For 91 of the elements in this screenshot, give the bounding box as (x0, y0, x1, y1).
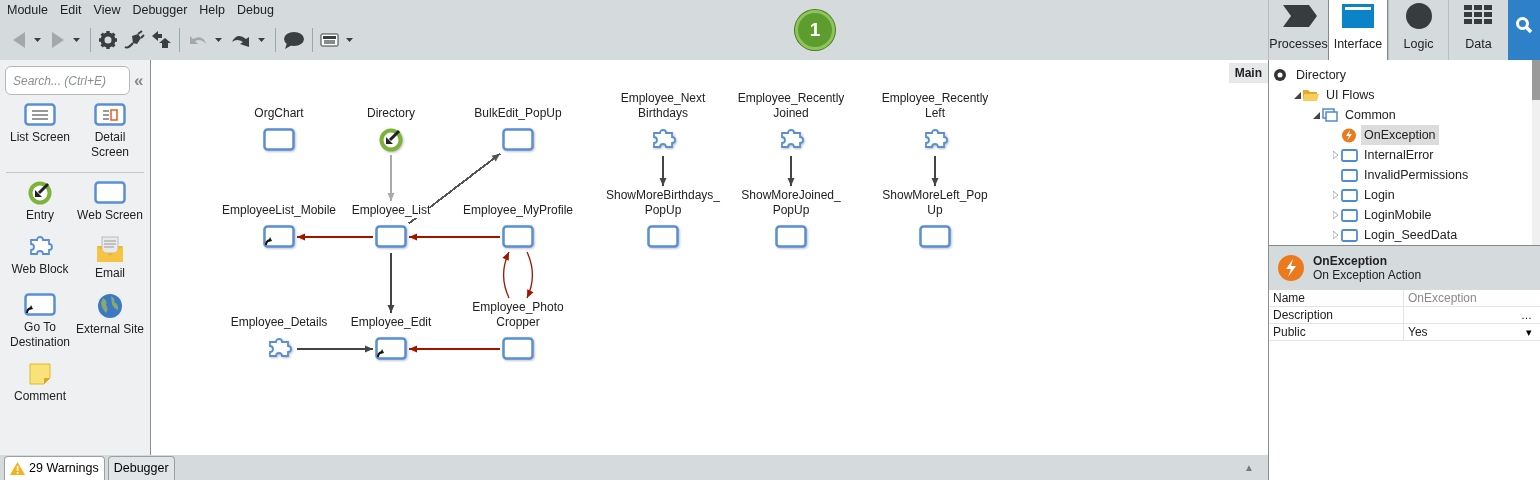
property-button[interactable]: … (1517, 307, 1536, 323)
scrollbar[interactable] (1532, 60, 1540, 245)
screen-icon (1341, 207, 1358, 223)
publish-arrows-icon[interactable] (151, 30, 172, 50)
search-field[interactable]: Search... (Ctrl+E) (5, 66, 130, 95)
palette-item[interactable]: Email (77, 235, 143, 281)
tab[interactable]: Interface (1328, 0, 1388, 60)
property-button[interactable]: ▾ (1522, 324, 1536, 340)
screen-icon[interactable] (263, 225, 295, 249)
tree-item[interactable]: LoginMobile (1361, 204, 1435, 226)
menu-item[interactable]: Debug (231, 0, 280, 20)
folder-icon (1303, 87, 1320, 103)
node-label: BulkEdit_PopUp (474, 106, 562, 121)
chevron-icon (1280, 3, 1317, 30)
collapsed-icon[interactable] (1333, 211, 1338, 219)
node-label: Employee_Photo Cropper (472, 300, 564, 330)
globe-icon (97, 293, 123, 319)
palette-item[interactable]: External Site (77, 293, 143, 350)
windows-icon (1322, 107, 1339, 123)
tree-item[interactable]: InternalError (1361, 144, 1437, 166)
node-label: Employee_Next Birthdays (620, 91, 706, 121)
tree-item[interactable]: Common (1342, 104, 1399, 126)
warning-icon (10, 462, 25, 476)
search-icon (1515, 16, 1533, 34)
tab[interactable]: Processes (1268, 0, 1328, 60)
node-label: Employee_Edit (350, 315, 432, 330)
screen-icon[interactable] (375, 337, 407, 361)
envelope-icon (94, 235, 126, 263)
plug-icon[interactable] (124, 30, 145, 50)
panel-tab[interactable]: 29 Warnings (4, 456, 105, 480)
speech-bubble-icon[interactable] (283, 30, 305, 50)
screen-icon (94, 181, 126, 205)
window-icon (1340, 3, 1376, 30)
node-label: Employee_List (351, 203, 431, 218)
property-value[interactable]: Yes (1408, 324, 1428, 340)
menu-item[interactable]: Debugger (126, 0, 194, 20)
entry-icon (26, 181, 54, 205)
node-label: Employee_Details (230, 315, 328, 330)
property-value[interactable]: OnException (1408, 290, 1477, 306)
collapsed-icon[interactable] (1333, 191, 1338, 199)
panel-tab[interactable]: Debugger (107, 456, 175, 480)
tree-item[interactable]: Login (1361, 184, 1398, 206)
step-badge: 1 (795, 10, 835, 50)
screen-icon (1341, 147, 1358, 163)
element-type: On Exception Action (1313, 268, 1422, 282)
palette-item[interactable]: Web Screen (77, 181, 143, 223)
menu-item[interactable]: Module (1, 0, 54, 20)
entry-icon[interactable] (377, 128, 405, 152)
tree-item[interactable]: Directory (1293, 64, 1349, 86)
property-name: Name (1269, 290, 1404, 306)
canvas-tag: Main (1228, 63, 1268, 83)
node-label: ShowMoreJoined_ PopUp (741, 188, 841, 218)
table-screen-icon (24, 103, 56, 127)
caret-icon[interactable] (258, 38, 265, 42)
node-label: ShowMoreLeft_Pop Up (882, 188, 988, 218)
settings-icon[interactable] (98, 30, 118, 50)
form-screen-icon (94, 103, 126, 127)
node-label: OrgChart (254, 106, 304, 121)
screen-icon (24, 293, 56, 317)
palette-item[interactable]: List Screen (7, 103, 73, 160)
palette-item[interactable]: Entry (7, 181, 73, 223)
element-title: OnException (1313, 254, 1388, 268)
tree-item[interactable]: UI Flows (1323, 84, 1378, 106)
property-name: Public (1269, 324, 1404, 340)
screen-icon (1341, 167, 1358, 183)
menu-item[interactable]: View (87, 0, 127, 20)
property-name: Description (1269, 307, 1404, 323)
menu-item[interactable]: Edit (54, 0, 88, 20)
collapsed-icon[interactable] (1333, 231, 1338, 239)
collapsed-icon[interactable] (1333, 151, 1338, 159)
lightning-icon (1341, 127, 1358, 143)
palette-item[interactable]: Go To Destination (7, 293, 73, 350)
screen-icon[interactable] (320, 31, 339, 49)
expanded-icon[interactable] (1294, 91, 1301, 99)
tree-item[interactable]: InvalidPermissions (1361, 164, 1472, 186)
palette-item[interactable]: Web Block (7, 235, 73, 281)
search-button[interactable] (1508, 0, 1540, 60)
node-label: Employee_MyProfile (462, 203, 573, 218)
lightning-icon (1277, 254, 1305, 282)
palette-item[interactable]: Detail Screen (77, 103, 143, 160)
node-label: Directory (367, 106, 415, 121)
palette-item[interactable]: Comment (7, 362, 73, 404)
menu-item[interactable]: Help (193, 0, 232, 20)
sticky-note-icon (28, 362, 52, 386)
tree-item[interactable]: Login_SeedData (1361, 224, 1461, 246)
screen-icon (1341, 187, 1358, 203)
caret-icon[interactable] (346, 38, 353, 42)
node-label: EmployeeList_Mobile (221, 203, 337, 218)
node-label: ShowMoreBirthdays_ PopUp (605, 188, 721, 218)
tree-item[interactable]: OnException (1361, 124, 1439, 146)
expanded-icon[interactable] (1313, 111, 1320, 119)
